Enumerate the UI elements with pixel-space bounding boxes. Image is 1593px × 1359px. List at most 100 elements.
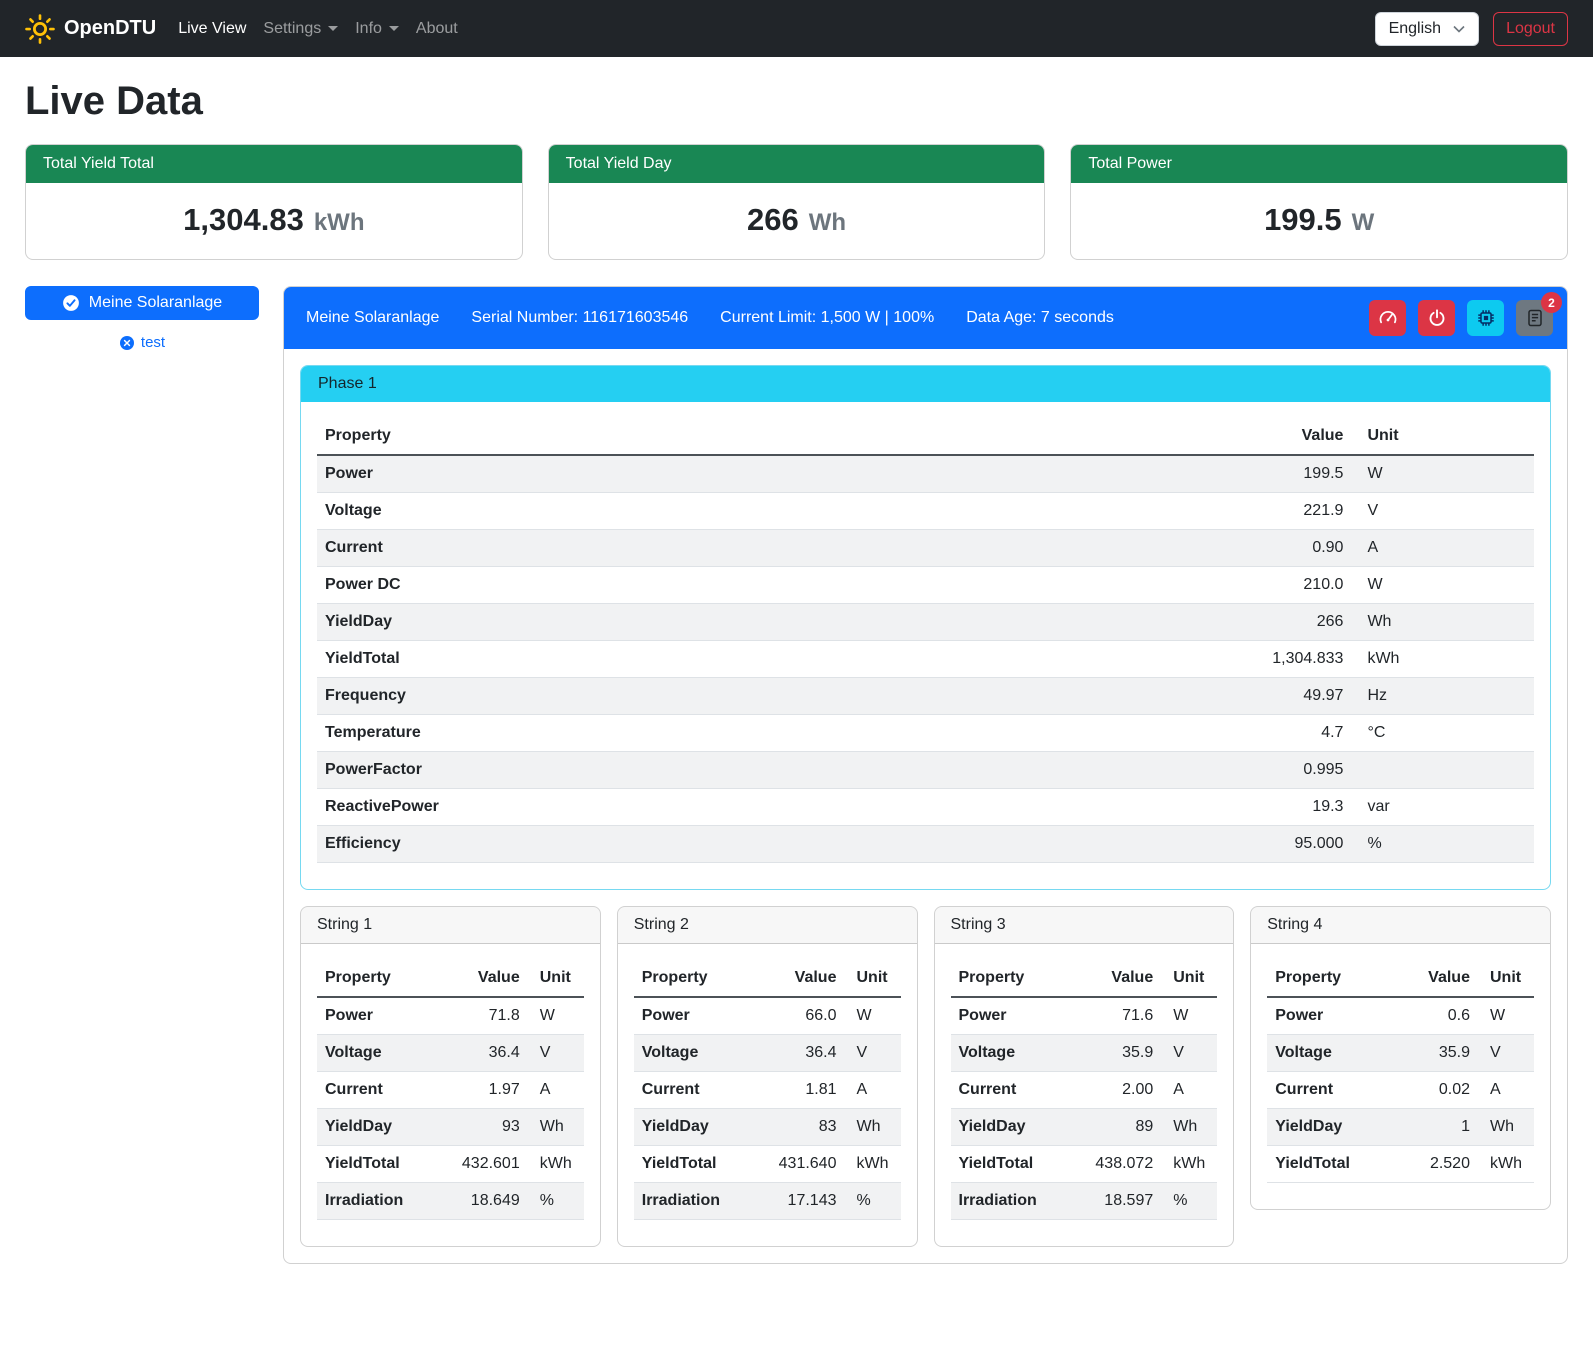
row-unit: kWh <box>1161 1146 1217 1183</box>
row-value: 49.97 <box>1181 678 1351 715</box>
inverter-select-button[interactable]: Meine Solaranlage <box>25 286 259 320</box>
table-row: Power 0.6 W <box>1267 997 1534 1035</box>
column-header-unit: Unit <box>1478 960 1534 997</box>
card-total-yield-total: Total Yield Total 1,304.83 kWh <box>25 144 523 260</box>
event-log-badge: 2 <box>1541 292 1562 313</box>
row-property: ReactivePower <box>317 789 1181 826</box>
nav-live-view[interactable]: Live View <box>178 20 246 38</box>
row-value: 1,304.833 <box>1181 641 1351 678</box>
row-property: Current <box>634 1072 771 1109</box>
top-navbar: OpenDTU Live View Settings Info About En… <box>0 0 1593 57</box>
row-property: Voltage <box>317 1035 454 1072</box>
navbar-right: English Logout <box>1375 12 1568 46</box>
row-property: YieldTotal <box>317 641 1181 678</box>
row-value: 199.5 <box>1181 455 1351 493</box>
row-value: 1 <box>1406 1109 1478 1146</box>
row-unit: A <box>1478 1072 1534 1109</box>
page-title: Live Data <box>25 79 1568 124</box>
row-value: 432.601 <box>454 1146 528 1183</box>
inverter-card: Meine Solaranlage Serial Number: 1161716… <box>283 286 1568 1264</box>
row-unit: % <box>1351 826 1534 863</box>
power-icon <box>1427 308 1447 328</box>
table-row: PowerFactor 0.995 <box>317 752 1534 789</box>
row-property: YieldTotal <box>951 1146 1088 1183</box>
row-unit: W <box>528 997 584 1035</box>
row-value: 431.640 <box>771 1146 845 1183</box>
table-row: YieldDay 89 Wh <box>951 1109 1218 1146</box>
row-unit: Wh <box>528 1109 584 1146</box>
row-unit: V <box>1351 493 1534 530</box>
string-card-title: String 4 <box>1251 907 1550 944</box>
row-property: Voltage <box>1267 1035 1406 1072</box>
summary-card-value: 199.5 <box>1264 202 1342 238</box>
string-table-body: Power 0.6 W Voltage 35.9 V <box>1267 997 1534 1183</box>
string-table: Property Value Unit Power <box>634 960 901 1220</box>
row-unit: kWh <box>528 1146 584 1183</box>
table-header-row: Property Value Unit <box>634 960 901 997</box>
row-unit: W <box>1351 567 1534 604</box>
column-header-value: Value <box>1181 418 1351 455</box>
row-property: Voltage <box>317 493 1181 530</box>
row-property: YieldDay <box>317 604 1181 641</box>
string-table: Property Value Unit Power <box>1267 960 1534 1183</box>
table-header-row: Property Value Unit <box>317 960 584 997</box>
row-unit: W <box>1478 997 1534 1035</box>
row-unit: A <box>844 1072 900 1109</box>
nav-info[interactable]: Info <box>355 20 399 38</box>
table-row: YieldTotal 431.640 kWh <box>634 1146 901 1183</box>
table-row: Current 1.81 A <box>634 1072 901 1109</box>
row-value: 19.3 <box>1181 789 1351 826</box>
summary-card-unit: W <box>1352 209 1375 237</box>
row-value: 71.8 <box>454 997 528 1035</box>
table-row: Current 2.00 A <box>951 1072 1218 1109</box>
brand[interactable]: OpenDTU <box>25 14 156 44</box>
row-property: YieldTotal <box>634 1146 771 1183</box>
row-unit: V <box>844 1035 900 1072</box>
string-table-body: Power 71.8 W Voltage 36.4 V <box>317 997 584 1220</box>
logout-button[interactable]: Logout <box>1493 12 1568 46</box>
device-info-button[interactable] <box>1467 300 1504 336</box>
table-header-row: Property Value Unit <box>317 418 1534 455</box>
phase-table-body: Power 199.5 W Voltage 221.9 V <box>317 455 1534 863</box>
event-log-button[interactable]: 2 <box>1516 300 1553 336</box>
table-row: YieldTotal 2.520 kWh <box>1267 1146 1534 1183</box>
row-unit: Wh <box>1351 604 1534 641</box>
nav-about[interactable]: About <box>416 20 458 38</box>
string-card-4: String 4 Property Value Unit <box>1250 906 1551 1210</box>
inverter-link-test[interactable]: test <box>25 334 259 351</box>
row-value: 89 <box>1087 1109 1161 1146</box>
row-property: Power <box>317 997 454 1035</box>
row-unit: V <box>528 1035 584 1072</box>
table-row: YieldTotal 432.601 kWh <box>317 1146 584 1183</box>
row-value: 17.143 <box>771 1183 845 1220</box>
summary-card-value: 266 <box>747 202 799 238</box>
inverter-data-age: Data Age: 7 seconds <box>966 309 1114 327</box>
row-value: 2.520 <box>1406 1146 1478 1183</box>
nav-settings[interactable]: Settings <box>263 20 338 38</box>
phase-card: Phase 1 Property Value Unit <box>300 365 1551 890</box>
row-value: 1.97 <box>454 1072 528 1109</box>
power-toggle-button[interactable] <box>1418 300 1455 336</box>
row-unit: A <box>528 1072 584 1109</box>
row-unit: Wh <box>1161 1109 1217 1146</box>
summary-card-unit: kWh <box>314 209 365 237</box>
table-row: Voltage 35.9 V <box>1267 1035 1534 1072</box>
row-property: Power <box>1267 997 1406 1035</box>
language-select[interactable]: English <box>1375 12 1479 46</box>
row-property: Temperature <box>317 715 1181 752</box>
nav-live-view-label: Live View <box>178 20 246 38</box>
inverter-card-header: Meine Solaranlage Serial Number: 1161716… <box>284 287 1567 349</box>
string-card-title: String 3 <box>935 907 1234 944</box>
table-row: YieldTotal 1,304.833 kWh <box>317 641 1534 678</box>
row-value: 18.649 <box>454 1183 528 1220</box>
row-value: 35.9 <box>1087 1035 1161 1072</box>
row-property: YieldDay <box>634 1109 771 1146</box>
summary-card-title: Total Power <box>1071 145 1567 183</box>
caret-down-icon <box>328 26 338 31</box>
limit-settings-button[interactable] <box>1369 300 1406 336</box>
inverter-limit: Current Limit: 1,500 W | 100% <box>720 309 934 327</box>
nav-info-label: Info <box>355 20 382 38</box>
row-unit: kWh <box>1478 1146 1534 1183</box>
summary-card-value: 1,304.83 <box>183 202 304 238</box>
card-total-yield-day: Total Yield Day 266 Wh <box>548 144 1046 260</box>
